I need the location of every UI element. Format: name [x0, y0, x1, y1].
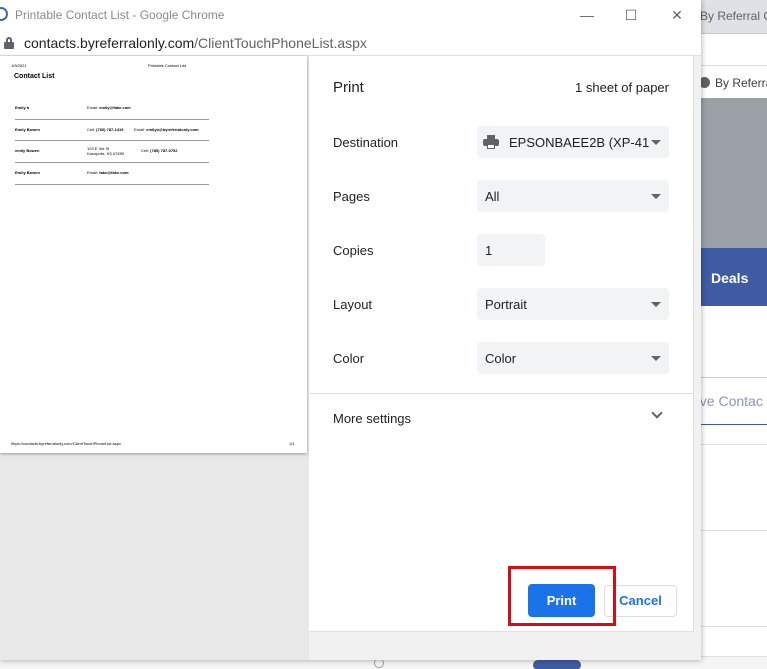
url-host: contacts.byreferralonly.com [24, 35, 195, 51]
url-text[interactable]: contacts.byreferralonly.com/ClientTouchP… [24, 35, 367, 51]
cancel-button[interactable]: Cancel [604, 585, 677, 617]
preview-page: 1/9/2021 Printable Contact List Contact … [0, 56, 307, 453]
preview-header: Printable Contact List [148, 63, 187, 68]
destination-value: EPSONBAEE2B (XP-41 [509, 135, 650, 150]
contact-cell: Cell: (785) 787-0792 [141, 148, 178, 153]
preview-date: 1/9/2021 [11, 63, 27, 68]
background-bookmark-label[interactable]: By Referra [715, 76, 767, 90]
background-move-contacts-button[interactable]: ove Contac [692, 377, 767, 425]
lock-icon [4, 37, 14, 49]
divider [309, 393, 693, 394]
contact-name: Emily Bowen [15, 127, 40, 132]
pages-value: All [485, 189, 500, 204]
layout-select[interactable]: Portrait [477, 288, 669, 320]
chevron-down-icon [651, 140, 661, 145]
panel-gutter [694, 56, 701, 660]
print-popup-window: Printable Contact List - Google Chrome —… [0, 0, 701, 660]
contact-cell: Cell: (760) 787-1419 [87, 127, 124, 132]
preview-contact-row: emily Bowen 103 E 3rd St Kasopolis, KS 6… [15, 142, 209, 163]
background-tab-title: By Referral O [700, 9, 767, 23]
destination-select[interactable]: EPSONBAEE2B (XP-41 [477, 126, 669, 158]
close-icon[interactable]: ✕ [662, 4, 692, 26]
print-title: Print [333, 79, 364, 96]
background-divider [695, 626, 767, 627]
site-favicon-icon [0, 7, 8, 21]
chevron-down-icon [651, 356, 661, 361]
url-path: /ClientTouchPhoneList.aspx [194, 35, 367, 51]
copies-label: Copies [333, 243, 374, 258]
color-select[interactable]: Color [477, 342, 669, 374]
window-title: Printable Contact List - Google Chrome [15, 8, 225, 22]
preview-page-number: 1/1 [289, 441, 295, 446]
preview-title: Contact List [14, 73, 55, 80]
preview-footer-url: https://contacts.byreferralonly.com/Clie… [11, 441, 121, 446]
window-titlebar[interactable]: Printable Contact List - Google Chrome —… [0, 0, 701, 30]
color-label: Color [333, 351, 365, 366]
print-button[interactable]: Print [528, 584, 595, 617]
chevron-down-icon [651, 194, 661, 199]
layout-value: Portrait [485, 297, 527, 312]
background-content [695, 306, 767, 669]
contact-email: Email: emilyb@byreferralonly.com [134, 127, 199, 132]
copies-input[interactable]: 1 [477, 234, 545, 266]
preview-contact-row: Emily b Email: emily@fake.com [15, 99, 209, 120]
background-address-bar [695, 34, 767, 66]
contact-email: Email: fake@fake.com [87, 170, 129, 175]
color-value: Color [485, 351, 517, 366]
background-divider [695, 530, 767, 531]
background-deals-tab[interactable]: Deals [695, 248, 767, 306]
contact-address-line2: Kasopolis, KS 67659 [87, 151, 125, 156]
more-settings-toggle[interactable]: More settings [333, 411, 411, 426]
contact-name: Emily Bowen [15, 170, 40, 175]
contact-name: Emily b [15, 105, 30, 110]
print-preview-area: 1/9/2021 Printable Contact List Contact … [0, 56, 309, 660]
address-bar[interactable]: contacts.byreferralonly.com/ClientTouchP… [0, 30, 701, 56]
layout-label: Layout [333, 297, 373, 312]
pages-select[interactable]: All [477, 180, 669, 212]
contact-name: emily Bowen [15, 148, 40, 153]
print-settings-panel: Print 1 sheet of paper Destination EPSON… [309, 56, 694, 632]
panel-gutter [309, 632, 701, 660]
background-dim-area [695, 98, 767, 248]
minimize-icon[interactable]: — [572, 4, 602, 26]
preview-contact-row: Emily Bowen Email: fake@fake.com [15, 164, 209, 185]
background-pill-button[interactable] [533, 660, 581, 669]
maximize-icon[interactable]: ☐ [616, 4, 646, 26]
destination-label: Destination [333, 135, 399, 150]
preview-contact-row: Emily Bowen Cell: (760) 787-1419 Email: … [15, 120, 209, 141]
contact-email: Email: emily@fake.com [87, 105, 131, 110]
chevron-down-icon [651, 302, 661, 307]
printer-icon [483, 135, 499, 149]
chevron-down-icon[interactable] [651, 409, 661, 419]
pages-label: Pages [333, 189, 370, 204]
sheet-count: 1 sheet of paper [575, 80, 669, 95]
background-divider [695, 444, 767, 445]
